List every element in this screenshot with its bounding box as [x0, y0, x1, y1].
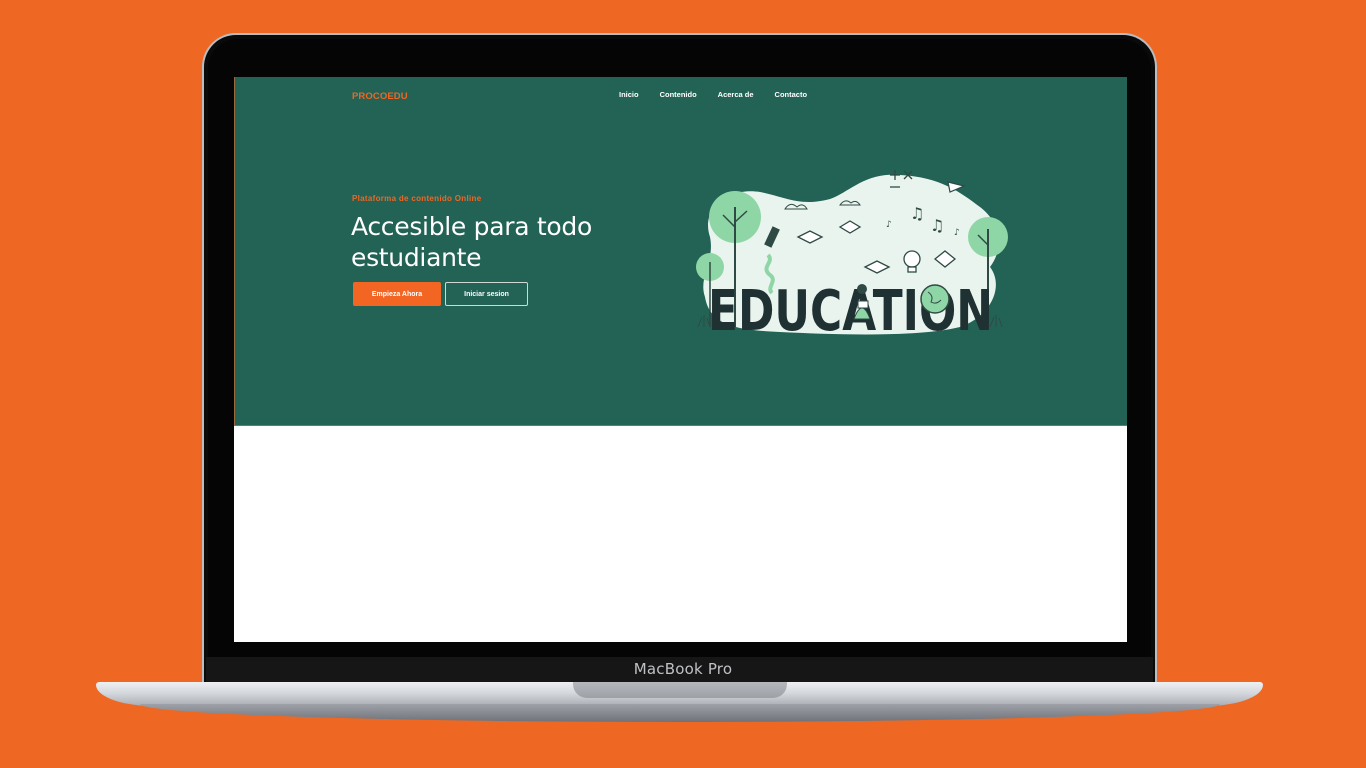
nav-item-acerca-de[interactable]: Acerca de — [718, 90, 754, 99]
nav-item-contenido[interactable]: Contenido — [660, 90, 697, 99]
education-illustration: ♫ ♫ ♪ ♪ EDUCATION — [696, 170, 1008, 337]
laptop-notch — [573, 682, 787, 698]
globe-icon — [920, 284, 950, 314]
laptop-base-edge — [140, 704, 1220, 722]
device-label: MacBook Pro — [633, 660, 733, 678]
svg-text:♪: ♪ — [886, 220, 892, 230]
hero-section: PROCOEDU Inicio Contenido Acerca de Cont… — [234, 77, 1127, 426]
nav-item-inicio[interactable]: Inicio — [619, 90, 639, 99]
hero-headline: Accesible para todo estudiante — [351, 211, 611, 273]
screen: PROCOEDU Inicio Contenido Acerca de Cont… — [234, 77, 1127, 642]
hero-eyebrow: Plataforma de contenido Online — [352, 194, 482, 203]
main-nav: Inicio Contenido Acerca de Contacto — [619, 90, 828, 99]
hero-headline-line2: estudiante — [351, 243, 482, 272]
login-button[interactable]: Iniciar sesion — [445, 282, 528, 306]
brand-logo[interactable]: PROCOEDU — [352, 91, 408, 102]
start-now-button[interactable]: Empieza Ahora — [353, 282, 441, 306]
nav-item-contacto[interactable]: Contacto — [775, 90, 808, 99]
paper-plane-icon — [947, 181, 966, 193]
svg-text:♫: ♫ — [910, 204, 924, 223]
hero-headline-line1: Accesible para todo — [351, 212, 592, 241]
svg-text:♪: ♪ — [954, 228, 960, 238]
svg-text:♫: ♫ — [930, 216, 944, 235]
illustration-education-word: EDUCATION — [708, 279, 993, 337]
